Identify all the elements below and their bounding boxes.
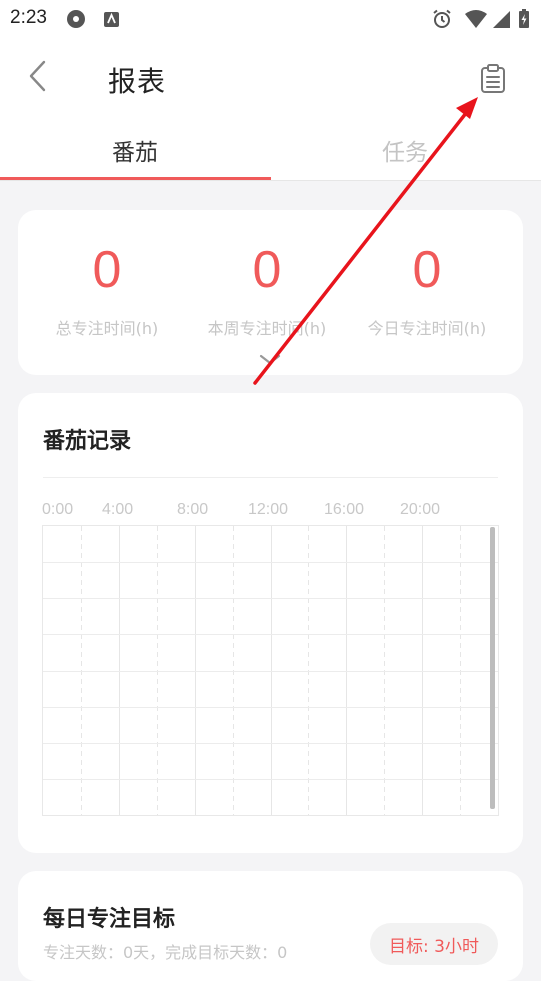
status-bar: 2:23 (0, 0, 541, 38)
page-title: 报表 (108, 65, 167, 98)
stat-week-value: 0 (252, 241, 282, 299)
alarm-status-icon (433, 9, 451, 28)
goal-target-button[interactable]: 目标: 3小时 (370, 923, 498, 965)
tab-tasks[interactable]: 任务 (270, 120, 540, 180)
records-grid-lines (43, 526, 498, 815)
app-bar: 报表 (0, 38, 541, 120)
grid-scrollbar[interactable] (490, 527, 495, 809)
keyboard-status-icon (104, 12, 119, 27)
stat-today-value: 0 (412, 241, 442, 299)
records-grid[interactable] (42, 525, 499, 816)
tomato-records-card: 番茄记录 0:00 4:00 8:00 12:00 16:00 20:00 (18, 393, 523, 853)
tab-tomato[interactable]: 番茄 (0, 120, 270, 180)
settings-status-icon (67, 10, 85, 28)
stat-today-label: 今日专注时间(h) (367, 319, 487, 338)
battery-charging-icon (519, 9, 529, 28)
stat-total-value: 0 (92, 241, 122, 299)
hour-label: 12:00 (248, 501, 289, 518)
back-button[interactable] (18, 56, 58, 96)
hour-label: 0:00 (42, 501, 74, 518)
cellular-signal-icon (493, 11, 510, 28)
report-button[interactable] (472, 58, 514, 100)
clipboard-icon (481, 64, 505, 93)
goal-title: 每日专注目标 (43, 907, 176, 932)
hour-label: 4:00 (102, 501, 134, 518)
stat-week-label: 本周专注时间(h) (207, 319, 327, 338)
focus-stats-card: 0 总专注时间(h) 0 本周专注时间(h) 0 今日专注时间(h) (18, 210, 523, 375)
daily-goal-card: 每日专注目标 专注天数：0天，完成目标天数：0 目标: 3小时 (18, 871, 523, 981)
hour-label: 16:00 (324, 501, 365, 518)
stat-total-label: 总专注时间(h) (55, 319, 159, 338)
records-title: 番茄记录 (43, 429, 132, 454)
tab-bar: 番茄 任务 (0, 120, 541, 181)
records-divider (43, 477, 498, 478)
hour-label: 8:00 (177, 501, 209, 518)
goal-summary: 专注天数：0天，完成目标天数：0 (43, 943, 288, 962)
hour-label: 20:00 (400, 501, 441, 518)
active-tab-indicator (0, 177, 271, 180)
expand-chevron-icon[interactable] (258, 353, 282, 367)
stat-today: 0 今日专注时间(h) (343, 240, 511, 339)
stat-total: 0 总专注时间(h) (23, 240, 191, 339)
stat-week: 0 本周专注时间(h) (183, 240, 351, 339)
status-time: 2:23 (10, 7, 47, 28)
wifi-status-icon (465, 10, 487, 28)
chevron-left-icon (29, 60, 46, 92)
